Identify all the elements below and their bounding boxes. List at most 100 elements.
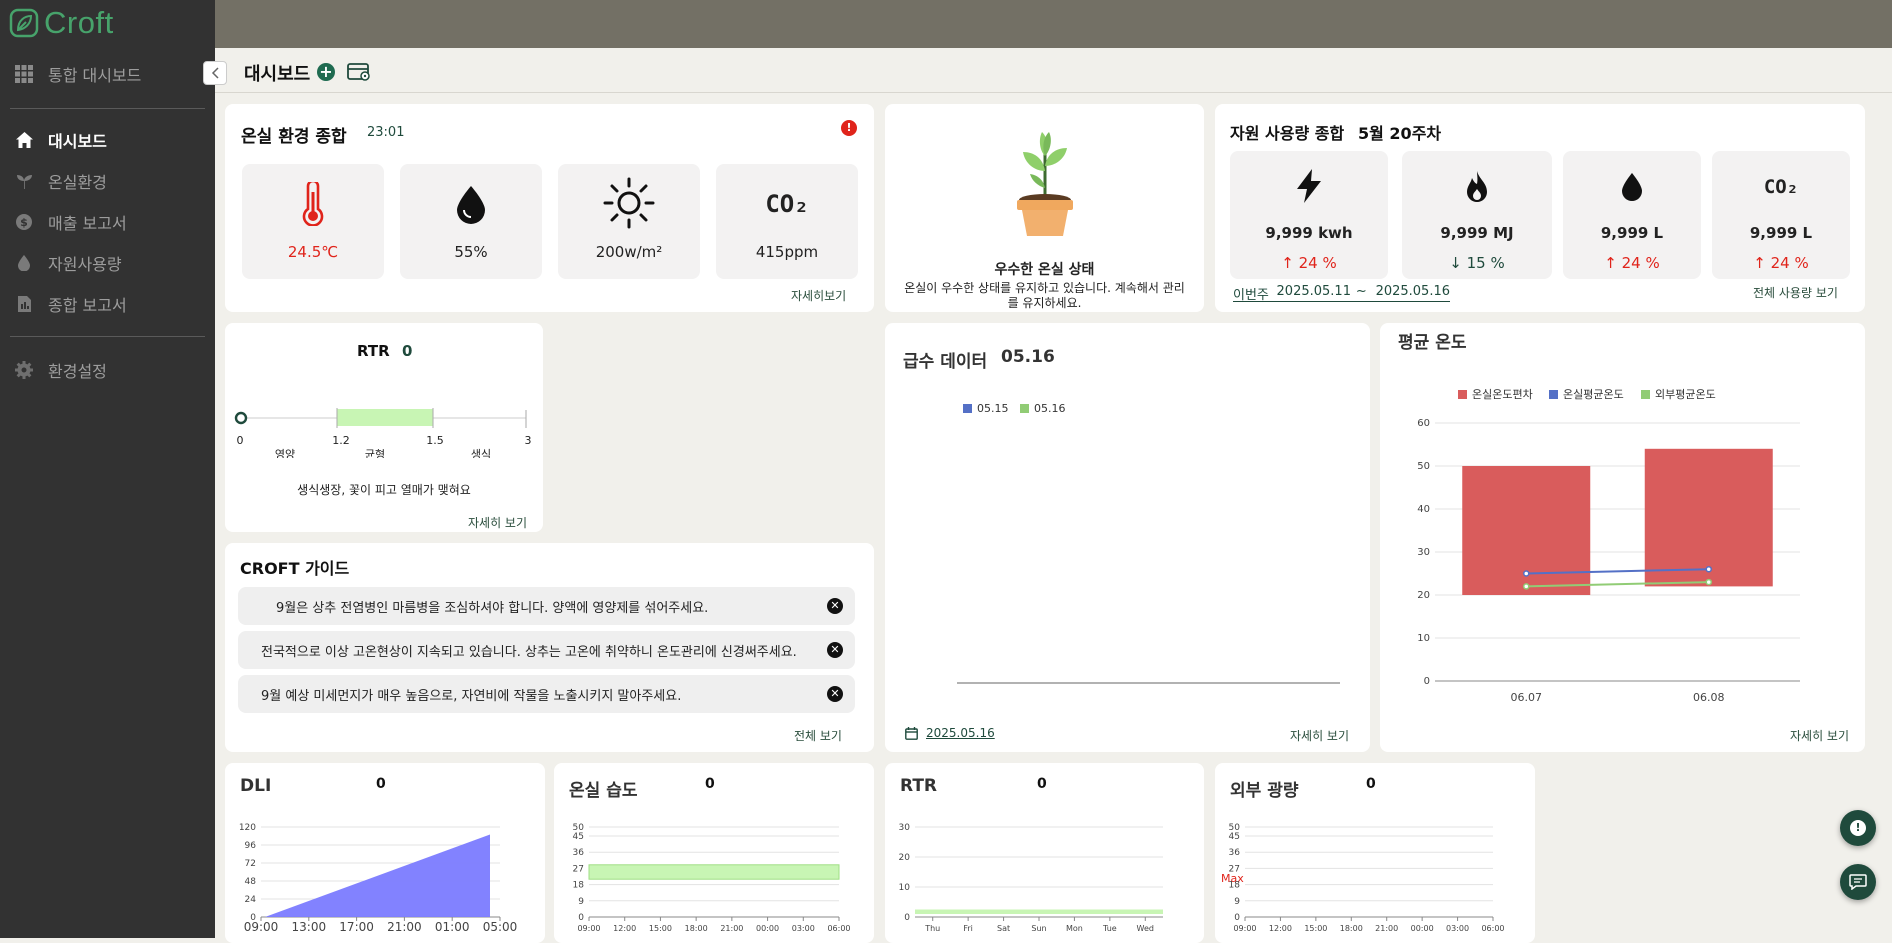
y-tick-label: 0 xyxy=(1234,913,1240,923)
divider xyxy=(10,336,205,337)
sprout-icon xyxy=(16,175,32,189)
sidebar-item-label: 자원사용량 xyxy=(48,255,122,274)
resource-delta: ↑ 24 % xyxy=(1604,254,1660,272)
layout-settings-icon xyxy=(347,63,370,81)
y-tick-label: 45 xyxy=(573,832,584,842)
guide-item[interactable]: 9월 예상 미세먼지가 매우 높음으로, 자연비에 작물을 노출시키지 말아주세… xyxy=(238,675,855,713)
period-sep: ~ xyxy=(1355,284,1367,299)
resource-value: 9,999 kwh xyxy=(1265,224,1353,242)
y-tick-label: 30 xyxy=(899,823,911,833)
flame-icon xyxy=(1467,171,1487,202)
x-tick-label: Wed xyxy=(1137,924,1154,933)
humidity-tile: 55% xyxy=(400,164,542,279)
period-selector[interactable]: 이번주 2025.05.11 ~ 2025.05.16 xyxy=(1233,284,1450,303)
sidebar-item-integrated-dashboard[interactable]: 통합 대시보드 xyxy=(0,56,215,92)
guide-item[interactable]: 9월은 상추 전염병인 마름병을 조심하셔야 합니다. 양액에 영양제를 섞어주… xyxy=(238,587,855,625)
co2-icon: CO₂ xyxy=(765,190,809,218)
resource-more-link[interactable]: 전체 사용량 보기 xyxy=(1753,284,1838,301)
x-tick-label: 12:00 xyxy=(613,924,636,933)
edit-layout-button[interactable] xyxy=(347,63,371,85)
add-widget-button[interactable]: + xyxy=(317,63,335,81)
area-fill xyxy=(265,834,490,917)
x-tick-label: 06.08 xyxy=(1693,691,1725,704)
x-tick-label: Thu xyxy=(924,924,940,933)
humidity-chart: 0 9 18 27 36 4550 09:00 12:00 15:00 18:00 21:00 00:… xyxy=(573,823,851,933)
card-title: 온실 환경 종합 xyxy=(241,127,347,147)
alert-button[interactable]: ! xyxy=(1840,810,1876,846)
sidebar-item-sales-report[interactable]: $ 매출 보고서 xyxy=(0,204,215,240)
legend-swatch xyxy=(963,404,972,413)
guide-text: 전국적으로 이상 고온현상이 지속되고 있습니다. 상추는 고온에 취약하니 온… xyxy=(261,644,797,660)
logo[interactable]: Croft xyxy=(9,5,114,41)
sidebar-collapse-button[interactable] xyxy=(203,61,227,85)
period-start: 2025.05.11 xyxy=(1276,284,1351,299)
y-tick-label: 36 xyxy=(573,848,585,858)
co2-value: 415ppm xyxy=(755,243,819,261)
water-chart: 05.15 05.16 xyxy=(957,402,1340,684)
x-tick-label: 06.07 xyxy=(1511,691,1543,704)
y-tick-label: 36 xyxy=(1229,848,1241,858)
x-tick-label: 00:00 xyxy=(756,924,779,933)
gauge-tick: 1.5 xyxy=(426,434,444,447)
guide-more-link[interactable]: 전체 보기 xyxy=(794,727,842,744)
lightning-icon xyxy=(1297,169,1321,203)
rtr-card: RTR 0 0 10 20 30 Thu Fri Sat Sun Mon Tue Wed xyxy=(885,763,1204,943)
card-title: 자원 사용량 종합 xyxy=(1230,124,1345,143)
avgtemp-chart: 온실온도편차 온실평균온도 외부평균온도 0 10 20 30 40 50 60 06.07 0… xyxy=(1417,388,1800,704)
card-title: RTR xyxy=(357,342,390,360)
legend-swatch xyxy=(1549,390,1558,399)
legend-label: 온실평균온도 xyxy=(1563,388,1624,401)
y-tick-label: 72 xyxy=(245,859,256,869)
sidebar-item-resources[interactable]: 자원사용량 xyxy=(0,245,215,281)
drop-icon xyxy=(1622,173,1642,201)
co2-tile: CO₂ 415ppm xyxy=(716,164,858,279)
guide-item[interactable]: 전국적으로 이상 고온현상이 지속되고 있습니다. 상추는 고온에 취약하니 온… xyxy=(238,631,855,669)
rtr-value: 0 xyxy=(402,342,413,360)
resource-delta: ↑ 24 % xyxy=(1753,254,1809,272)
y-tick-label: 0 xyxy=(1424,676,1430,687)
y-tick-label: 0 xyxy=(578,913,584,923)
x-tick-label: 00:00 xyxy=(1411,924,1434,933)
guide-text: 9월은 상추 전염병인 마름병을 조심하셔야 합니다. 양액에 영양제를 섞어주… xyxy=(276,600,709,616)
report-icon xyxy=(17,296,31,312)
x-tick-label: 03:00 xyxy=(1446,924,1469,933)
x-tick-label: Mon xyxy=(1066,924,1083,933)
x-tick-label: 15:00 xyxy=(649,924,672,933)
water-date: 05.16 xyxy=(1001,347,1055,367)
sidebar-item-greenhouse[interactable]: 온실환경 xyxy=(0,163,215,199)
resource-value: 9,999 MJ xyxy=(1440,224,1514,242)
alert-badge[interactable]: ! xyxy=(841,120,857,136)
sidebar-item-label: 통합 대시보드 xyxy=(48,66,142,85)
dollar-icon: $ xyxy=(16,214,32,230)
sidebar-item-summary-report[interactable]: 종합 보고서 xyxy=(0,286,215,322)
water-card: 급수 데이터 05.16 05.15 05.16 2025.05.16 자세히 … xyxy=(885,323,1370,752)
y-tick-label: 96 xyxy=(245,841,257,851)
x-tick-label: 09:00 xyxy=(1233,924,1256,933)
calendar-icon xyxy=(905,726,918,740)
plus-icon: + xyxy=(319,62,333,81)
y-tick-label: 10 xyxy=(899,883,911,893)
chevron-left-icon xyxy=(211,67,219,79)
close-icon[interactable]: ✕ xyxy=(827,686,843,702)
rtr-gauge: 0 1.2 1.5 3 영양 균형 생식 xyxy=(234,408,532,458)
sidebar-item-settings[interactable]: 환경설정 xyxy=(0,352,215,388)
avgtemp-more-link[interactable]: 자세히 보기 xyxy=(1790,727,1849,744)
y-tick-label: 10 xyxy=(1417,633,1430,644)
y-tick-label: 60 xyxy=(1417,418,1430,429)
close-icon[interactable]: ✕ xyxy=(827,642,843,658)
water-footer-date: 2025.05.16 xyxy=(926,726,995,740)
x-tick-label: 01:00 xyxy=(435,920,470,934)
calendar-button[interactable]: 2025.05.16 xyxy=(905,726,995,740)
gear-icon xyxy=(15,361,33,379)
normal-band xyxy=(915,909,1163,914)
gas-tile: 9,999 MJ ↓ 15 % xyxy=(1402,151,1552,279)
sidebar-item-dashboard[interactable]: 대시보드 xyxy=(0,122,215,158)
env-card: 온실 환경 종합 23:01 ! 24.5℃ 55% 200w/m² CO₂ 4… xyxy=(225,104,874,312)
rtr-more-link[interactable]: 자세히 보기 xyxy=(468,514,527,531)
y-tick-label: 20 xyxy=(1417,590,1430,601)
env-more-link[interactable]: 자세히보기 xyxy=(791,287,846,304)
sun-icon xyxy=(603,177,655,229)
close-icon[interactable]: ✕ xyxy=(827,598,843,614)
chat-button[interactable] xyxy=(1840,864,1876,900)
water-more-link[interactable]: 자세히 보기 xyxy=(1290,727,1349,744)
